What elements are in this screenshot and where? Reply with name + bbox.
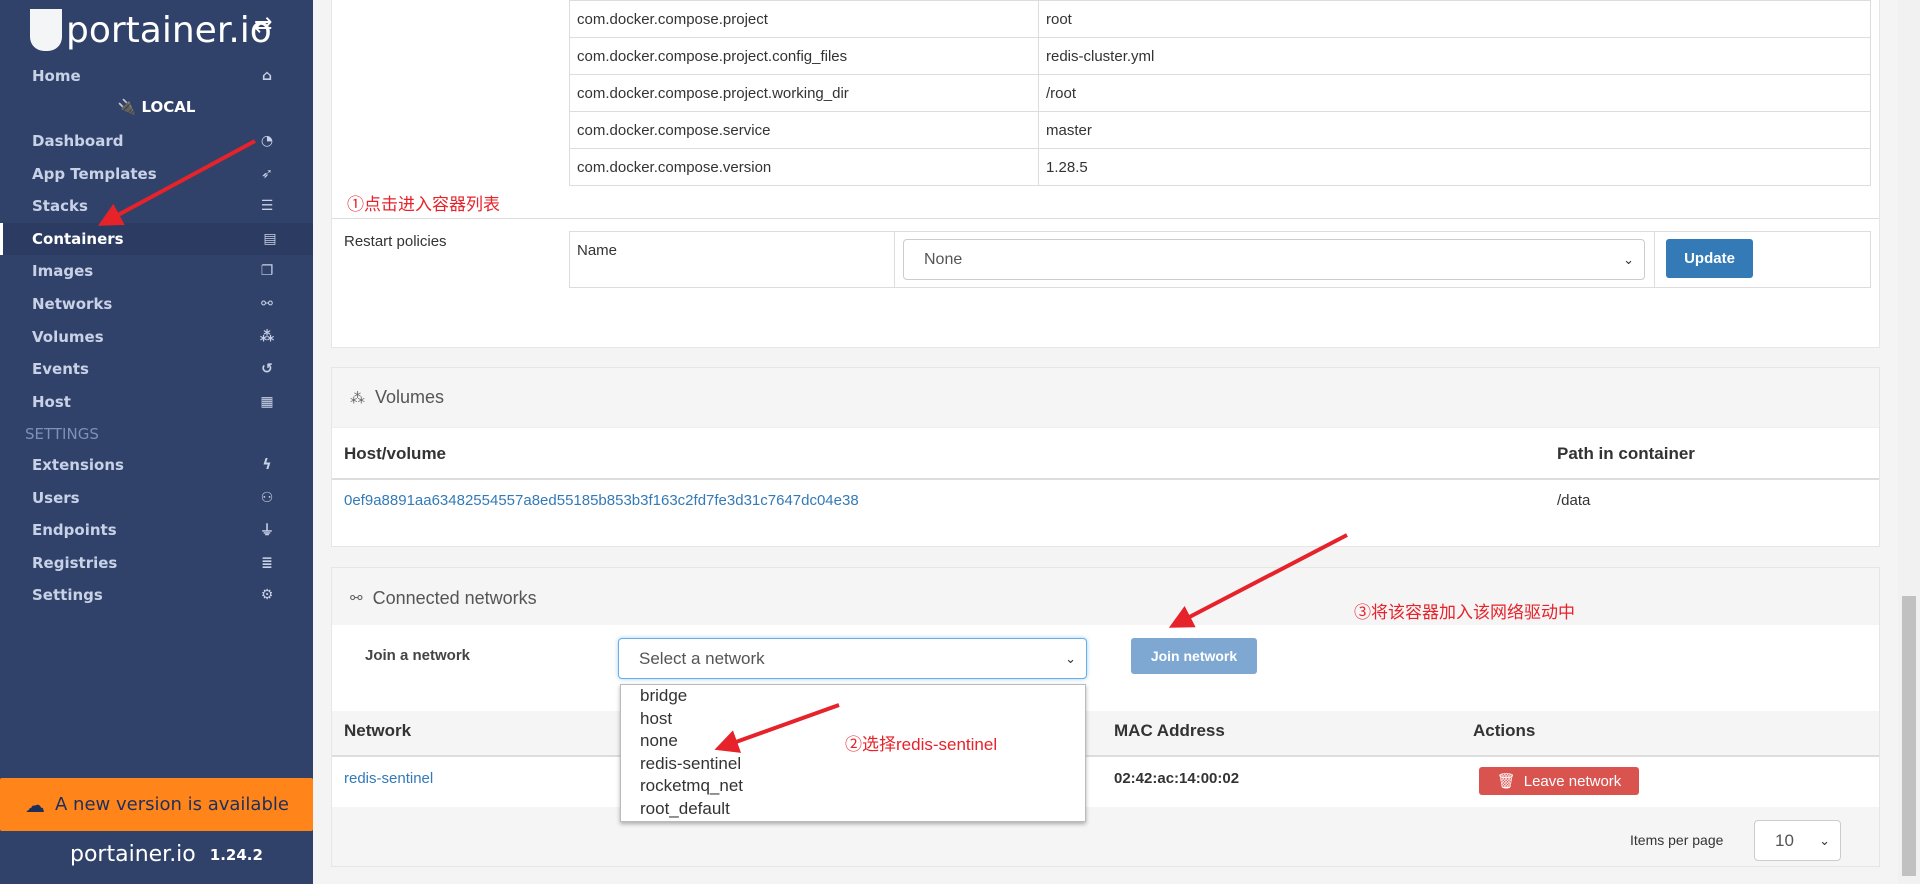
history-icon: ↺ bbox=[261, 361, 273, 378]
items-per-page-label: Items per page bbox=[1630, 832, 1724, 848]
container-details-panel: com.docker.compose.project root com.docker… bbox=[331, 0, 1880, 348]
sitemap-icon: ⚯ bbox=[350, 590, 363, 607]
tachometer-icon: ◔ bbox=[260, 133, 274, 149]
col-mac-address: MAC Address bbox=[1114, 721, 1225, 740]
col-host-volume: Host/volume bbox=[344, 444, 447, 463]
volume-link[interactable]: 0ef9a8891aa63482554557a8ed55185b853b3f16… bbox=[344, 492, 859, 509]
label-key: com.docker.compose.project bbox=[569, 0, 1039, 38]
users-icon: ⚇ bbox=[260, 489, 274, 506]
col-actions: Actions bbox=[1473, 721, 1536, 740]
version: 1.24.2 bbox=[209, 845, 263, 864]
leave-network-button[interactable]: 🗑 Leave network bbox=[1479, 767, 1639, 795]
labels-table: com.docker.compose.project root com.docker… bbox=[569, 0, 1871, 186]
volumes-panel: ⁂ Volumes Host/volume Path in container 0… bbox=[331, 367, 1880, 547]
label-value: master bbox=[1038, 111, 1871, 149]
sidebar: portainer.io ⇄ Home ⌂ 🔌 LOCAL Dashboard ◔ A… bbox=[0, 0, 313, 884]
sidebar-item-app-templates[interactable]: App Templates ➶ bbox=[0, 158, 313, 190]
restart-policy-select[interactable]: None ⌄ bbox=[903, 239, 1645, 280]
sidebar-item-home[interactable]: Home ⌂ bbox=[0, 60, 313, 92]
volumes-header: ⁂ Volumes bbox=[332, 368, 1879, 428]
label-key: com.docker.compose.project.working_dir bbox=[569, 74, 1039, 112]
label-key: com.docker.compose.service bbox=[569, 111, 1039, 149]
connected-networks-panel: ⚯ Connected networks Join a network Selec… bbox=[331, 567, 1880, 867]
endpoint-header: 🔌 LOCAL bbox=[117, 98, 196, 116]
volume-path: /data bbox=[1557, 492, 1591, 509]
scrollbar-thumb[interactable] bbox=[1902, 596, 1916, 876]
sidebar-item-extensions[interactable]: Extensions ϟ bbox=[0, 449, 313, 481]
network-option[interactable]: bridge bbox=[621, 685, 1085, 708]
sidebar-item-dashboard[interactable]: Dashboard ◔ bbox=[0, 125, 313, 157]
label-value: /root bbox=[1038, 74, 1871, 112]
rocket-icon: ➶ bbox=[261, 165, 273, 182]
plug-icon: ⏚ bbox=[260, 523, 274, 540]
network-select[interactable]: Select a network ⌄ bbox=[618, 638, 1087, 679]
name-label: Name bbox=[570, 232, 895, 287]
label-row: com.docker.compose.version 1.28.5 bbox=[569, 148, 1871, 186]
sidebar-item-networks[interactable]: Networks ⚯ bbox=[0, 288, 313, 320]
restart-policies-label: Restart policies bbox=[344, 233, 447, 250]
sidebar-item-registries[interactable]: Registries ≣ bbox=[0, 547, 313, 579]
label-row: com.docker.compose.project.working_dir/r… bbox=[569, 74, 1871, 112]
sidebar-item-stacks[interactable]: Stacks ☰ bbox=[0, 190, 313, 222]
trash-icon: 🗑 bbox=[1496, 773, 1516, 790]
sidebar-item-volumes[interactable]: Volumes ⁂ bbox=[0, 321, 313, 353]
label-row: com.docker.compose.project root bbox=[569, 0, 1871, 38]
network-option[interactable]: redis-sentinel bbox=[621, 753, 1085, 776]
server-icon: ▤ bbox=[263, 230, 277, 247]
sidebar-item-events[interactable]: Events ↺ bbox=[0, 353, 313, 385]
annotation-1: ①点击进入容器列表 bbox=[347, 195, 500, 214]
sidebar-item-endpoints[interactable]: Endpoints ⏚ bbox=[0, 514, 313, 546]
annotation-3: ③将该容器加入该网络驱动中 bbox=[1354, 603, 1575, 622]
items-per-page-select[interactable]: 10 ⌄ bbox=[1754, 820, 1841, 861]
update-button[interactable]: Update bbox=[1666, 239, 1753, 278]
label-row: com.docker.compose.service master bbox=[569, 111, 1871, 149]
network-option[interactable]: rocketmq_net bbox=[621, 775, 1085, 798]
portainer-logo[interactable]: portainer.io bbox=[30, 0, 272, 60]
database-icon: ≣ bbox=[261, 554, 273, 571]
sidebar-item-containers[interactable]: Containers ▤ bbox=[0, 222, 313, 255]
clone-icon: ❐ bbox=[260, 263, 274, 280]
crane-logo-icon bbox=[30, 9, 62, 51]
toggle-sidebar-icon[interactable]: ⇄ bbox=[254, 12, 272, 38]
sidebar-item-users[interactable]: Users ⚇ bbox=[0, 482, 313, 514]
footer: portainer.io 1.24.2 bbox=[70, 842, 263, 867]
th-list-icon: ☰ bbox=[260, 198, 274, 215]
table-row: redis-sentinel 02:42:ac:14:00:02 🗑 Leave … bbox=[332, 755, 1879, 807]
bolt-icon: ϟ bbox=[262, 457, 272, 473]
cloud-download-icon: ☁ bbox=[25, 792, 45, 817]
network-option[interactable]: host bbox=[621, 708, 1085, 731]
label-row: com.docker.compose.project.config_files r… bbox=[569, 37, 1871, 75]
network-option[interactable]: root_default bbox=[621, 798, 1085, 821]
col-path-in-container: Path in container bbox=[1557, 444, 1695, 463]
sidebar-item-host[interactable]: Host ▦ bbox=[0, 386, 313, 418]
annotation-2: ②选择redis-sentinel bbox=[845, 735, 998, 754]
label-key: com.docker.compose.project.config_files bbox=[569, 37, 1039, 75]
label-value: 1.28.5 bbox=[1038, 148, 1871, 186]
sitemap-icon: ⚯ bbox=[261, 296, 273, 312]
label-value: redis-cluster.yml bbox=[1038, 37, 1871, 75]
cubes-icon: ⁂ bbox=[259, 328, 275, 345]
scrollbar[interactable] bbox=[1898, 0, 1920, 884]
network-link[interactable]: redis-sentinel bbox=[344, 770, 433, 787]
footer-logo: portainer.io bbox=[70, 842, 196, 867]
join-network-button[interactable]: Join network bbox=[1131, 638, 1257, 674]
col-network: Network bbox=[344, 721, 412, 740]
new-version-banner[interactable]: ☁ A new version is available bbox=[0, 778, 313, 831]
label-value: root bbox=[1038, 0, 1871, 38]
label-key: com.docker.compose.version bbox=[569, 148, 1039, 186]
sidebar-item-settings[interactable]: Settings ⚙ bbox=[0, 579, 313, 611]
chevron-down-icon: ⌄ bbox=[1819, 832, 1830, 848]
th-icon: ▦ bbox=[260, 393, 274, 410]
chevron-down-icon: ⌄ bbox=[1623, 251, 1634, 267]
chevron-down-icon: ⌄ bbox=[1065, 650, 1076, 666]
sidebar-item-images[interactable]: Images ❐ bbox=[0, 255, 313, 287]
home-icon: ⌂ bbox=[261, 68, 273, 84]
join-network-label: Join a network bbox=[365, 647, 471, 664]
cubes-icon: ⁂ bbox=[350, 389, 365, 407]
settings-section-title: SETTINGS bbox=[25, 425, 99, 443]
cogs-icon: ⚙ bbox=[260, 587, 274, 604]
mac-address: 02:42:ac:14:00:02 bbox=[1114, 770, 1240, 787]
networks-header: ⚯ Connected networks bbox=[332, 568, 1879, 628]
